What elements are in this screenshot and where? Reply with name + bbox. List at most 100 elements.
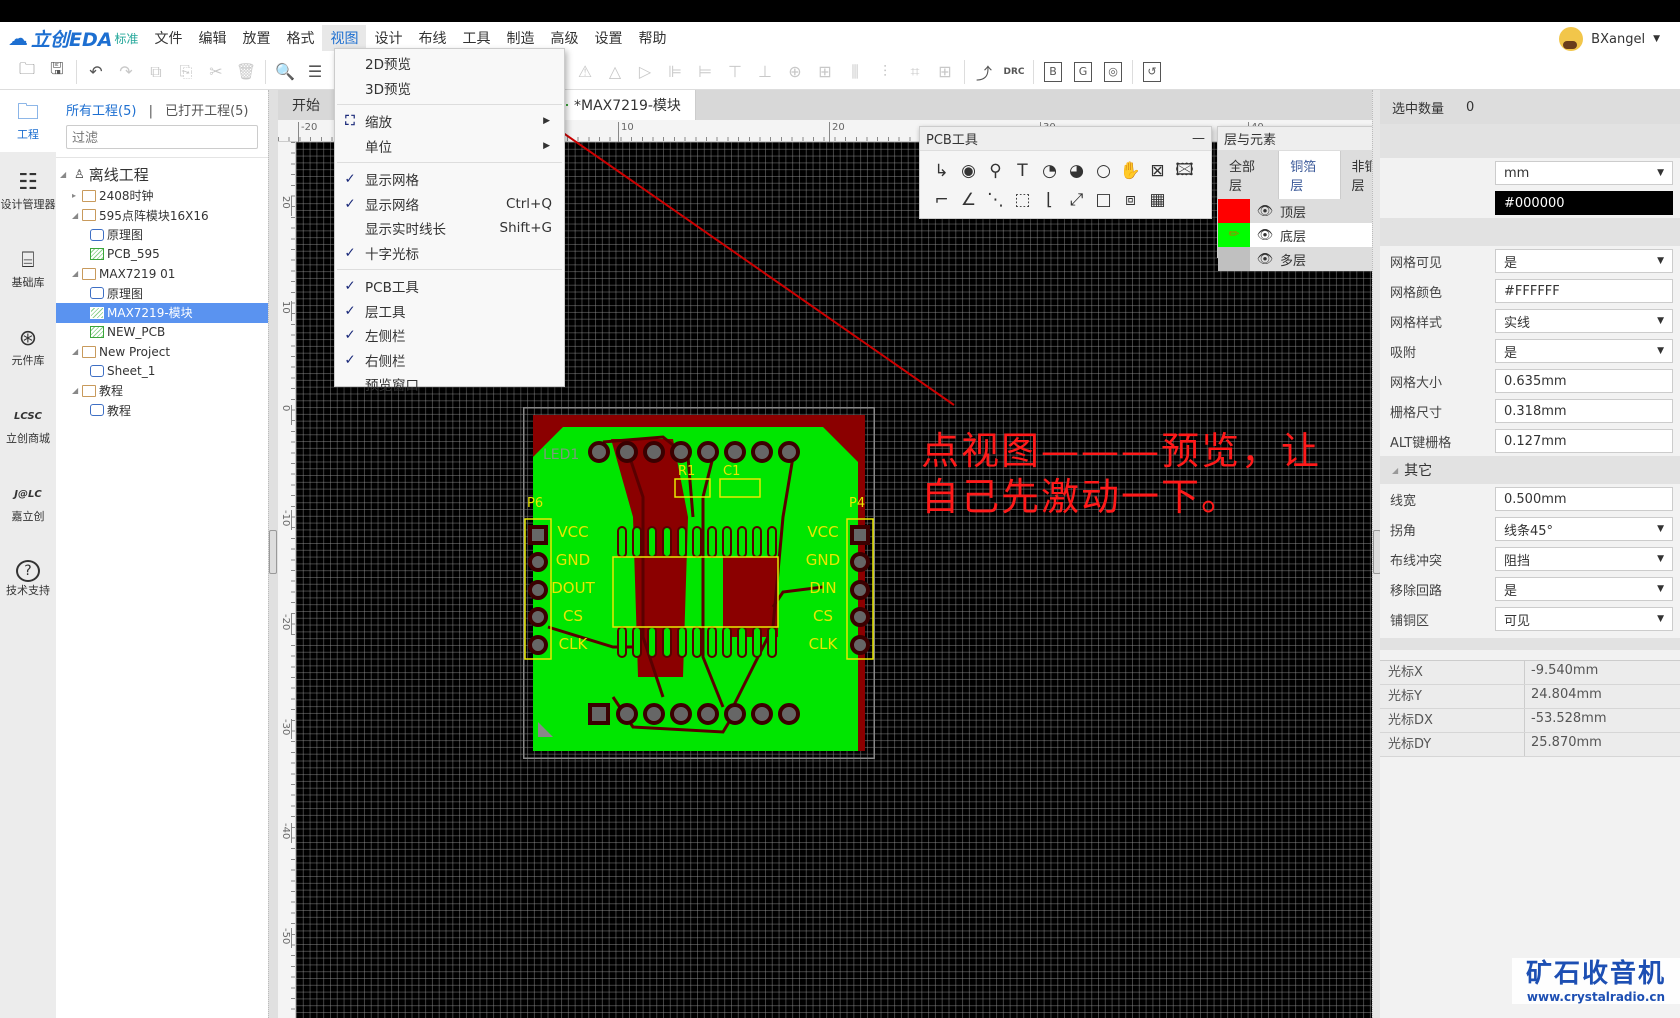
tree-root[interactable]: ◢ ♙ 离线工程 (56, 162, 268, 186)
tree-node[interactable]: 教程 (56, 401, 268, 421)
copper-area-icon[interactable]: ⧈ (1117, 186, 1144, 214)
undo-icon[interactable]: ↶ (81, 58, 111, 86)
tree-node[interactable]: NEW_PCB (56, 323, 268, 343)
measure-icon[interactable]: ⤢ (1063, 186, 1090, 214)
app-logo[interactable]: ☁ 立创EDA 标准 (8, 25, 138, 52)
tree-node[interactable]: 原理图 (56, 225, 268, 245)
menu-3[interactable]: 格式 (278, 25, 322, 51)
collapse-left-handle[interactable] (269, 530, 277, 574)
tree-node[interactable]: ▸ 2408时钟 (56, 186, 268, 206)
dimension-icon[interactable]: ⌐ (928, 186, 955, 214)
sidebar-item-3[interactable]: ⊛ 元件库 (0, 308, 56, 386)
distribute-h-icon[interactable]: ⫼ (840, 58, 870, 86)
expand-icon[interactable]: ◢ (72, 347, 82, 356)
layer-color-swatch[interactable] (1218, 247, 1250, 271)
view-menu-item[interactable]: ✓ 显示网络 Ctrl+Q (335, 192, 564, 217)
flip-h-icon[interactable]: △ (600, 58, 630, 86)
property-select[interactable]: mm ▼ (1495, 161, 1673, 185)
export-file-button-0[interactable]: B (1044, 61, 1062, 82)
pcb-board[interactable]: VCC GND DOUT CS CLK VCC GND DIN CS CLK LED1 P6 P4… (523, 407, 875, 759)
delete-icon[interactable]: 🗑 (231, 58, 261, 86)
view-menu-item[interactable]: ✓ 十字光标 (335, 241, 564, 266)
redo-icon[interactable]: ↷ (111, 58, 141, 86)
align-center-v-icon[interactable]: ⊕ (780, 58, 810, 86)
property-select[interactable]: 线条45° ▼ (1495, 517, 1673, 541)
view-menu-item[interactable]: ✓ PCB工具 (335, 274, 564, 299)
layer-tab-0[interactable]: 全部层 (1218, 151, 1280, 199)
table-icon[interactable]: ▦ (1144, 186, 1171, 214)
property-input[interactable]: #FFFFFF (1495, 279, 1673, 303)
property-select[interactable]: 可见 ▼ (1495, 607, 1673, 631)
view-menu-item[interactable]: 单位 ▶ (335, 134, 564, 159)
expand-icon[interactable]: ◢ (72, 211, 82, 220)
arc-icon[interactable]: ◔ (1036, 157, 1063, 185)
eye-icon[interactable]: 👁 (1250, 204, 1280, 219)
right-splitter[interactable] (1372, 90, 1381, 1018)
menu-1[interactable]: 编辑 (190, 25, 234, 51)
align-top-icon[interactable]: ⊤ (720, 58, 750, 86)
menu-0[interactable]: 文件 (146, 25, 190, 51)
property-select[interactable]: 是 ▼ (1495, 339, 1673, 363)
circle-icon[interactable]: ○ (1090, 157, 1117, 185)
expand-icon[interactable]: ◢ (72, 269, 82, 278)
expand-icon[interactable]: ▸ (72, 191, 82, 200)
menu-2[interactable]: 放置 (234, 25, 278, 51)
layer-color-swatch[interactable]: ✏ (1218, 223, 1250, 247)
via-icon[interactable]: ⚲ (982, 157, 1009, 185)
tree-node[interactable]: ◢ 教程 (56, 381, 268, 401)
view-menu-item[interactable]: ✓ 左侧栏 (335, 323, 564, 348)
paste-icon[interactable]: ⎘ (171, 58, 201, 86)
property-input[interactable]: 0.500mm (1495, 487, 1673, 511)
property-select[interactable]: 阻挡 ▼ (1495, 547, 1673, 571)
export-file-button-1[interactable]: G (1074, 61, 1092, 82)
rotate-right-icon[interactable]: ⚠ (570, 58, 600, 86)
flip-v-icon[interactable]: ▷ (630, 58, 660, 86)
distribute-v-icon[interactable]: ⫶ (870, 58, 900, 86)
tree-node[interactable]: 原理图 (56, 284, 268, 304)
connect-icon[interactable]: ⋱ (982, 186, 1009, 214)
property-select[interactable]: 是 ▼ (1495, 577, 1673, 601)
rect-icon[interactable]: □ (1090, 186, 1117, 214)
property-input[interactable]: 0.635mm (1495, 369, 1673, 393)
view-menu-item[interactable]: 2D预览 (335, 51, 564, 76)
route-icon[interactable]: ⤴ (969, 58, 999, 86)
drc-button[interactable]: DRC (999, 58, 1029, 86)
user-menu[interactable]: BXangel ▼ (1559, 27, 1660, 51)
left-splitter[interactable] (268, 90, 278, 1018)
eye-icon[interactable]: 👁 (1250, 252, 1280, 267)
sidebar-item-1[interactable]: ☷ 设计管理器 (0, 152, 56, 230)
sidebar-item-0[interactable]: 🗀 工程 (0, 90, 56, 152)
grid-align-icon[interactable]: ⌗ (900, 58, 930, 86)
grid-icon[interactable]: ⊞ (930, 58, 960, 86)
rect-dashed-icon[interactable]: ⬚ (1009, 186, 1036, 214)
tree-node[interactable]: MAX7219-模块 (56, 303, 268, 323)
tree-node[interactable]: PCB_595 (56, 245, 268, 265)
align-center-h-icon[interactable]: ⊞ (810, 58, 840, 86)
property-input[interactable]: #000000 (1495, 191, 1673, 215)
angle-icon[interactable]: ∠ (955, 186, 982, 214)
align-bottom-icon[interactable]: ⊥ (750, 58, 780, 86)
tree-node[interactable]: ◢ New Project (56, 342, 268, 362)
layers-icon[interactable]: ☰ (300, 58, 330, 86)
view-menu-item[interactable]: 显示实时线长 Shift+G (335, 216, 564, 241)
property-select[interactable]: 实线 ▼ (1495, 309, 1673, 333)
layer-color-swatch[interactable] (1218, 199, 1250, 223)
cut-icon[interactable]: ✂ (201, 58, 231, 86)
view-menu-item[interactable]: 预览窗口 (335, 372, 564, 397)
view-menu-item[interactable]: ⛶ 缩放 ▶ (335, 109, 564, 134)
tree-node[interactable]: ◢ MAX7219 01 (56, 264, 268, 284)
property-input[interactable]: 0.127mm (1495, 429, 1673, 453)
eye-icon[interactable]: 👁 (1250, 228, 1280, 243)
export-file-button-3[interactable]: ↺ (1143, 61, 1161, 82)
track-icon[interactable]: ↳ (928, 157, 955, 185)
align-right-icon[interactable]: ⊨ (690, 58, 720, 86)
tab-all-projects[interactable]: 所有工程(5) (66, 104, 136, 119)
save-icon[interactable]: 🖫 (42, 58, 72, 86)
view-menu-item[interactable]: 3D预览 (335, 76, 564, 101)
folder-open-icon[interactable]: 🗀 (12, 58, 42, 86)
copy-icon[interactable]: ⧉ (141, 58, 171, 86)
zoom-icon[interactable]: 🔍 (270, 58, 300, 86)
menu-10[interactable]: 设置 (586, 25, 630, 51)
minimize-icon[interactable]: — (1192, 131, 1205, 146)
menu-11[interactable]: 帮助 (630, 25, 674, 51)
